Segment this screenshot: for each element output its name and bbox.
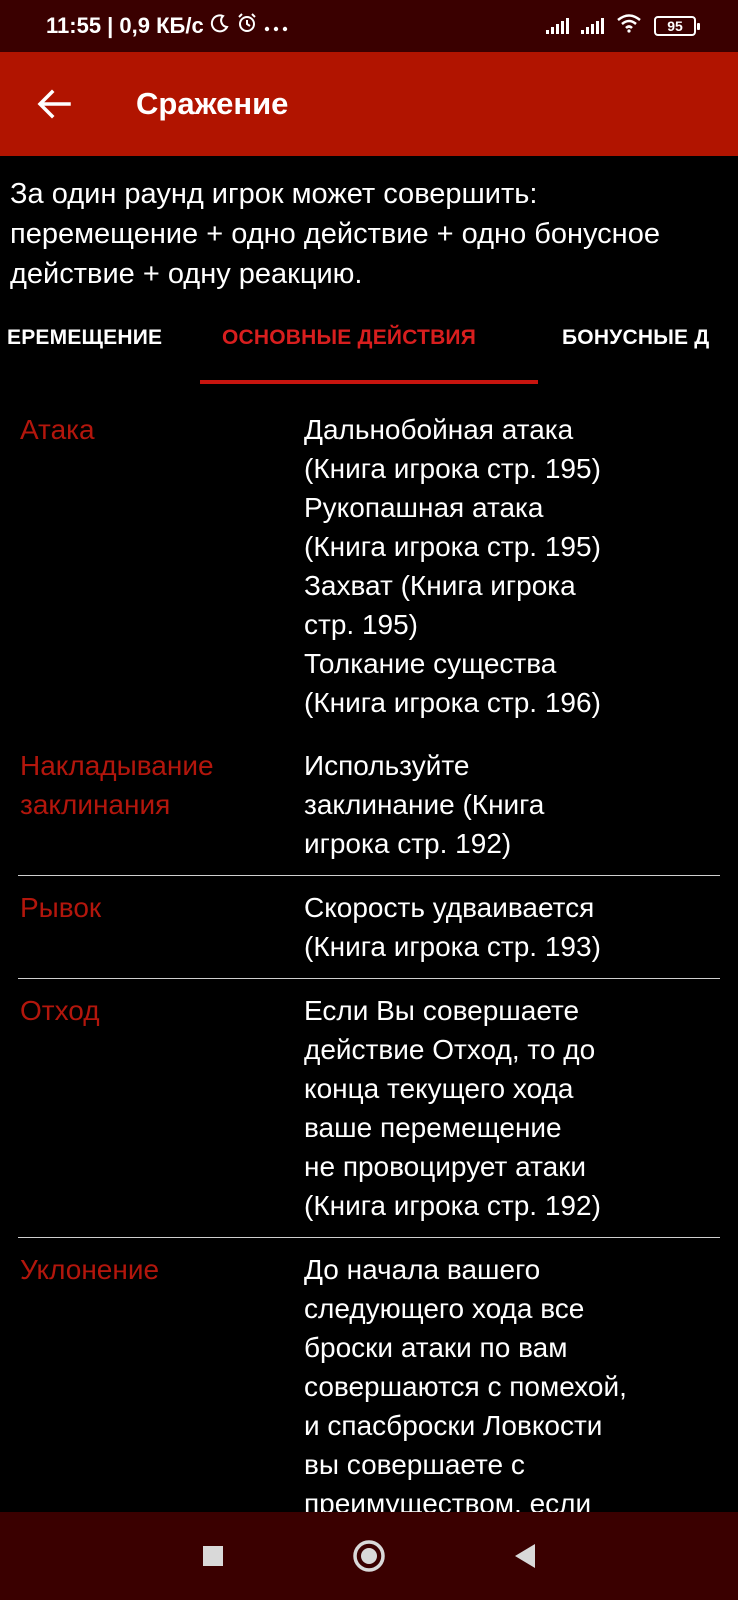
back-arrow-icon — [37, 89, 71, 119]
recents-button[interactable] — [191, 1534, 235, 1578]
status-bar: 11:55 | 0,9 КБ/с 95 — [0, 0, 738, 52]
page-title: Сражение — [136, 86, 289, 121]
moon-icon — [210, 13, 230, 39]
tab-bar: ЕРЕМЕЩЕНИЕ ОСНОВНЫЕ ДЕЙСТВИЯ БОНУСНЫЕ Д — [0, 314, 738, 384]
action-name: Атака — [20, 414, 95, 445]
tab-bonus-actions[interactable]: БОНУСНЫЕ Д — [562, 314, 709, 384]
more-dots-icon — [264, 13, 288, 39]
triangle-back-icon — [515, 1544, 535, 1568]
tab-indicator — [200, 380, 538, 384]
alarm-icon — [236, 12, 258, 40]
action-name: Рывок — [20, 892, 102, 923]
action-description: До начала вашего следующего хода все бро… — [304, 1254, 627, 1519]
status-right: 95 — [546, 13, 700, 39]
tab-movement[interactable]: ЕРЕМЕЩЕНИЕ — [7, 314, 162, 384]
action-description: Используйте заклинание (Книга игрока стр… — [304, 750, 545, 859]
status-time-speed: 11:55 | 0,9 КБ/с — [46, 13, 204, 38]
home-button[interactable] — [347, 1534, 391, 1578]
circle-icon — [353, 1540, 385, 1572]
system-nav-bar — [0, 1512, 738, 1600]
intro-text: За один раунд игрок может совершить: пер… — [10, 178, 660, 290]
app-bar: Сражение — [0, 52, 738, 156]
signal-icon-2 — [581, 18, 604, 34]
action-description: Скорость удваивается (Книга игрока стр. … — [304, 892, 601, 962]
action-name: Накладывание заклинания — [20, 750, 214, 820]
back-button[interactable] — [24, 74, 84, 134]
action-name: Отход — [20, 995, 100, 1026]
action-description: Дальнобойная атака (Книга игрока стр. 19… — [304, 414, 601, 718]
action-row-dodge: Уклонение До начала вашего следующего хо… — [18, 1238, 720, 1535]
action-name: Уклонение — [20, 1254, 160, 1285]
wifi-icon — [616, 13, 642, 39]
action-row-cast-spell: Накладывание заклинания Используйте закл… — [18, 734, 720, 876]
action-row-dash: Рывок Скорость удваивается (Книга игрока… — [18, 876, 720, 979]
action-description: Если Вы совершаете действие Отход, то до… — [304, 995, 601, 1221]
square-icon — [203, 1546, 223, 1566]
battery-icon: 95 — [654, 16, 700, 36]
tab-main-actions[interactable]: ОСНОВНЫЕ ДЕЙСТВИЯ — [222, 314, 476, 384]
action-row-disengage: Отход Если Вы совершаете действие Отход,… — [18, 979, 720, 1238]
status-left: 11:55 | 0,9 КБ/с — [46, 12, 288, 40]
actions-list: Атака Дальнобойная атака (Книга игрока с… — [0, 398, 738, 1535]
signal-icon — [546, 18, 569, 34]
action-row-attack: Атака Дальнобойная атака (Книга игрока с… — [18, 398, 720, 734]
back-nav-button[interactable] — [503, 1534, 547, 1578]
